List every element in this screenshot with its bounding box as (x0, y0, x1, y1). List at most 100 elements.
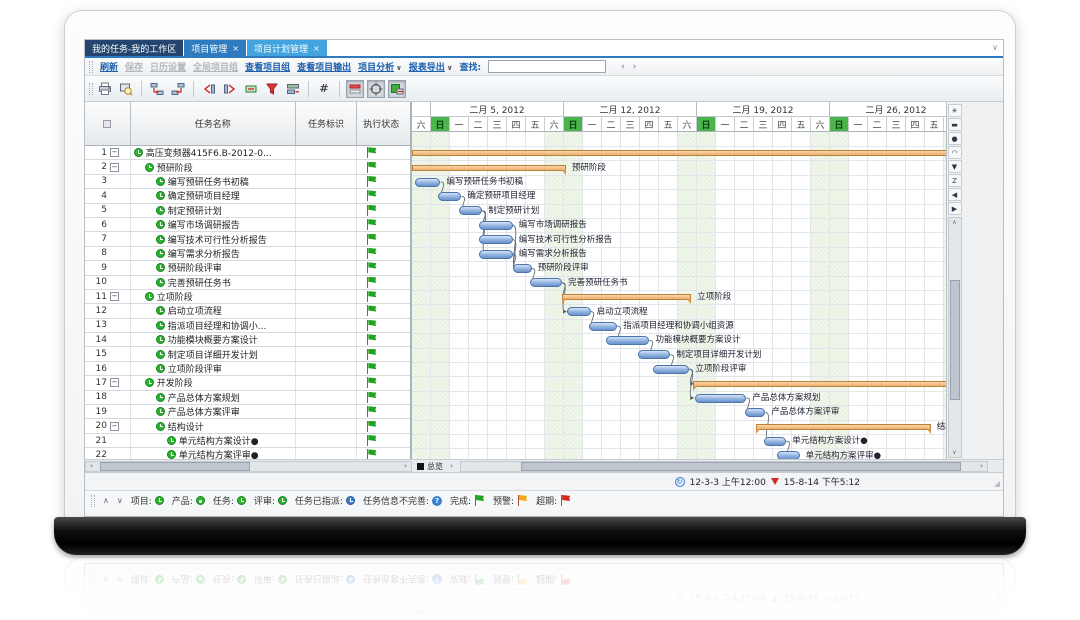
summary-bar[interactable] (412, 165, 566, 171)
task-row[interactable]: 21单元结构方案设计● (85, 434, 410, 448)
task-row[interactable]: 19产品总体方案评审 (85, 405, 410, 419)
toolbar-drag-handle[interactable] (89, 61, 93, 73)
legend-expand-icon[interactable]: ∨ (117, 575, 123, 584)
tab-我的任务-我的工作区[interactable]: 我的任务-我的工作区 (85, 40, 183, 56)
timescale-in-icon[interactable] (221, 80, 239, 98)
table-scroll-left-icon[interactable]: ‹ (86, 462, 97, 471)
gantt-horizontal-scrollbar[interactable]: › (460, 609, 988, 620)
gantt-scroll-thumb[interactable] (521, 610, 961, 619)
task-row[interactable]: 2−预研阶段 (85, 160, 410, 174)
task-row[interactable]: 5制定预研计划 (85, 204, 410, 218)
task-bar[interactable] (764, 437, 787, 446)
task-row[interactable]: 4确定预研项目经理 (85, 189, 410, 203)
milestone-icon[interactable]: ● (948, 132, 962, 145)
task-row[interactable]: 3编写预研任务书初稿 (85, 175, 410, 189)
link-arc-icon[interactable]: ◠ (948, 146, 962, 159)
print-preview-icon[interactable] (117, 80, 135, 98)
task-bar[interactable] (777, 451, 800, 459)
overview-label[interactable]: 总览 (427, 461, 443, 472)
summary-bar[interactable] (562, 294, 691, 300)
expand-collapse-icon[interactable]: − (110, 163, 119, 172)
search-input[interactable] (488, 60, 606, 73)
task-indent-icon[interactable] (148, 80, 166, 98)
task-bar[interactable] (638, 350, 670, 359)
legend-expand-icon[interactable]: ∨ (117, 496, 123, 505)
baseline-toggle-icon[interactable] (346, 80, 364, 98)
legend-collapse-icon[interactable]: ∧ (103, 496, 109, 505)
tab-overflow-chevron-icon[interactable]: ∨ (992, 43, 998, 52)
task-row[interactable]: 18产品总体方案规划 (85, 391, 410, 405)
overview-icon[interactable] (417, 611, 424, 618)
legend-drag-handle[interactable] (91, 574, 95, 586)
task-row[interactable]: 22单元结构方案评审● (85, 448, 410, 459)
task-row[interactable]: 12启动立项流程 (85, 304, 410, 318)
table-horizontal-scrollbar[interactable]: ‹ › (85, 461, 412, 472)
legend-drag-handle[interactable] (91, 495, 95, 507)
task-row[interactable]: 20−结构设计 (85, 419, 410, 433)
table-scroll-right-icon[interactable]: › (400, 610, 411, 619)
menu-link-刷新[interactable]: 刷新 (100, 60, 118, 73)
toolbar-drag-handle-2[interactable] (89, 83, 93, 95)
table-scroll-right-icon[interactable]: › (400, 462, 411, 471)
scroll-left-icon[interactable]: ◀ (948, 188, 962, 201)
task-row[interactable]: 10完善预研任务书 (85, 276, 410, 290)
tab-close-icon[interactable]: × (313, 44, 320, 53)
task-bar[interactable] (459, 206, 483, 215)
gantt-horizontal-scrollbar[interactable]: › (460, 461, 988, 472)
vertical-scrollbar[interactable]: ∧ ∨ (948, 217, 962, 458)
task-bar[interactable] (695, 394, 746, 403)
print-icon[interactable] (96, 80, 114, 98)
task-bar[interactable] (653, 365, 689, 374)
timescale-out-icon[interactable] (200, 80, 218, 98)
task-bar[interactable] (745, 408, 766, 417)
resize-grip-icon[interactable]: ◢ (994, 479, 1000, 488)
tab-close-icon[interactable]: × (232, 44, 239, 53)
search-pager[interactable]: ‹› (621, 62, 644, 72)
numbering-icon[interactable]: # (315, 80, 333, 98)
menu-link-项目分析[interactable]: 项目分析∨ (358, 60, 402, 73)
resize-grip-icon[interactable]: ◢ (994, 592, 1000, 601)
scope-icon[interactable] (284, 80, 302, 98)
task-bar[interactable] (479, 250, 513, 259)
gantt-scroll-left-icon[interactable]: ‹ (446, 462, 457, 471)
task-row[interactable]: 13指派项目经理和协调小... (85, 319, 410, 333)
expand-collapse-icon[interactable]: − (110, 292, 119, 301)
gantt-scroll-thumb[interactable] (521, 462, 961, 471)
progress-toggle-icon[interactable] (388, 80, 406, 98)
select-all-header[interactable] (85, 102, 131, 145)
task-bar[interactable] (479, 235, 513, 244)
gantt-scroll-right-icon[interactable]: › (976, 462, 987, 471)
task-row[interactable]: 6编写市场调研报告 (85, 218, 410, 232)
overview-icon[interactable] (417, 463, 424, 470)
menu-link-查看项目组[interactable]: 查看项目组 (245, 60, 290, 73)
task-row[interactable]: 16立项阶段评审 (85, 362, 410, 376)
tab-项目计划管理[interactable]: 项目计划管理× (247, 40, 327, 56)
gantt-scroll-right-icon[interactable]: › (976, 610, 987, 619)
summary-bar[interactable] (756, 424, 931, 430)
task-row[interactable]: 11−立项阶段 (85, 290, 410, 304)
highlight-icon[interactable]: ✳ (948, 104, 962, 117)
table-scroll-left-icon[interactable]: ‹ (86, 610, 97, 619)
col-header-exec-status[interactable]: 执行状态 (357, 102, 410, 145)
task-row[interactable]: 17−开发阶段 (85, 376, 410, 390)
task-row[interactable]: 8编写需求分析报告 (85, 247, 410, 261)
summary-bar[interactable] (693, 381, 946, 387)
tab-项目管理[interactable]: 项目管理× (184, 40, 246, 56)
task-bar[interactable] (479, 221, 513, 230)
task-bar[interactable] (567, 307, 591, 316)
task-row[interactable]: 14功能模块概要方案设计 (85, 333, 410, 347)
summary-bar[interactable] (412, 150, 946, 156)
task-outdent-icon[interactable] (169, 80, 187, 98)
task-row[interactable]: 9预研阶段评审 (85, 261, 410, 275)
task-bar[interactable] (530, 278, 562, 287)
gantt-scroll-left-icon[interactable]: ‹ (446, 610, 457, 619)
task-bar[interactable] (438, 192, 462, 201)
task-bar[interactable] (606, 336, 650, 345)
timescale-fit-icon[interactable] (242, 80, 260, 98)
overview-label[interactable]: 总览 (427, 609, 443, 620)
task-row[interactable]: 7编写技术可行性分析报告 (85, 232, 410, 246)
expand-collapse-icon[interactable]: − (110, 378, 119, 387)
expand-collapse-icon[interactable]: − (110, 422, 119, 431)
menu-link-查看项目输出[interactable]: 查看项目输出 (297, 60, 351, 73)
task-bar[interactable] (589, 322, 618, 331)
